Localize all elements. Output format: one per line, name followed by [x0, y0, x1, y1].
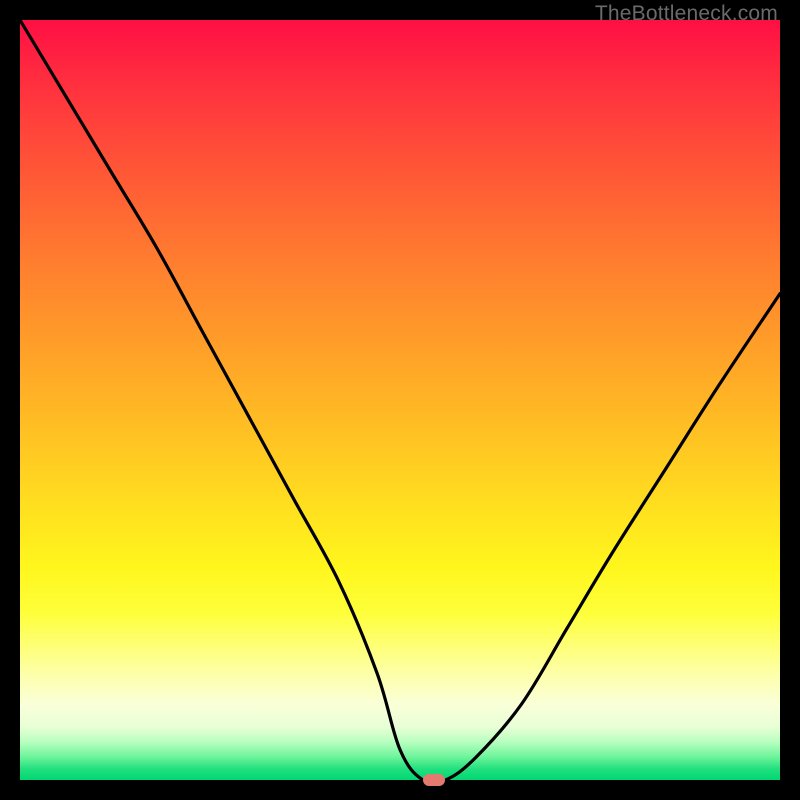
bottleneck-curve: [20, 20, 780, 780]
plot-area: [20, 20, 780, 780]
chart-frame: TheBottleneck.com: [0, 0, 800, 800]
optimal-point-marker: [423, 774, 445, 786]
